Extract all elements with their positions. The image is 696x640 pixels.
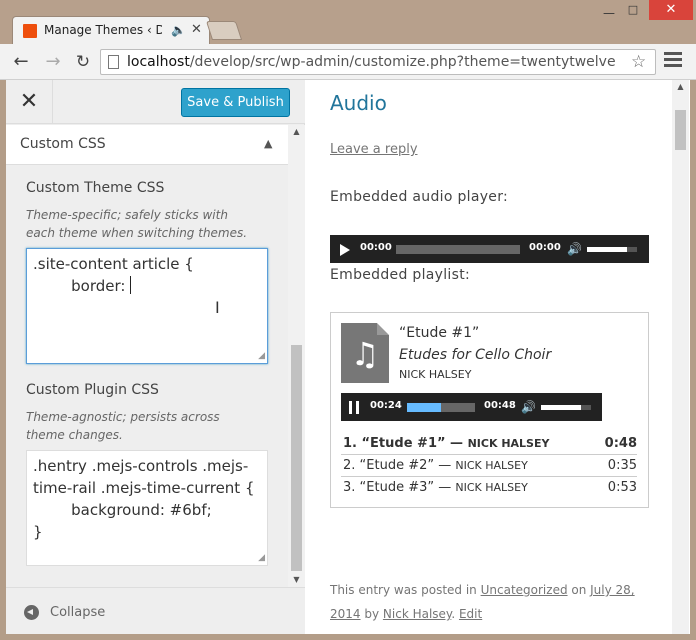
- scrollbar-thumb[interactable]: [291, 345, 302, 571]
- edit-link[interactable]: Edit: [459, 607, 482, 621]
- custom-css-section-header[interactable]: Custom CSS ▲: [6, 125, 288, 165]
- browser-titlebar: Manage Themes ‹ Develop 🔈 ✕ — □ ✕: [0, 0, 696, 44]
- author-link[interactable]: Nick Halsey: [383, 607, 451, 621]
- custom-theme-css-description: Theme-specific; safely sticks with each …: [26, 208, 248, 240]
- wordpress-favicon-icon: [23, 24, 37, 38]
- now-playing-album: Etudes for Cello Choir: [399, 347, 552, 363]
- browser-tab[interactable]: Manage Themes ‹ Develop 🔈 ✕: [12, 16, 210, 44]
- playlist-track[interactable]: 2. “Etude #2” — NICK HALSEY 0:35: [341, 455, 637, 477]
- reload-icon[interactable]: ↻: [72, 51, 94, 73]
- custom-theme-css-textarea[interactable]: .site-content article { border: ◢: [26, 248, 268, 364]
- volume-slider[interactable]: [541, 405, 591, 410]
- tab-close-icon[interactable]: ✕: [191, 22, 202, 37]
- browser-menu-icon[interactable]: [664, 52, 682, 70]
- text-cursor-icon: I: [215, 298, 220, 317]
- new-tab-button[interactable]: [205, 21, 243, 40]
- custom-plugin-css-description: Theme-agnostic; persists across theme ch…: [26, 410, 220, 442]
- bookmark-star-icon[interactable]: ☆: [631, 52, 646, 72]
- address-bar[interactable]: localhost/develop/src/wp-admin/customize…: [100, 49, 656, 75]
- time-rail[interactable]: [396, 245, 520, 254]
- post-title[interactable]: Audio: [330, 91, 387, 115]
- volume-level: [587, 247, 627, 252]
- playlist-audio-player: 00:24 00:48 🔊: [341, 393, 602, 421]
- volume-icon[interactable]: 🔊: [567, 242, 582, 256]
- now-playing-artist: NICK HALSEY: [399, 368, 472, 381]
- volume-level: [541, 405, 581, 410]
- customizer-sidebar: ✕ Save & Publish Custom CSS ▲ Custom The…: [6, 80, 305, 634]
- scrollbar-thumb[interactable]: [675, 110, 686, 150]
- scroll-up-icon[interactable]: ▲: [288, 127, 305, 136]
- page-viewport: ✕ Save & Publish Custom CSS ▲ Custom The…: [6, 80, 690, 634]
- leave-reply-link[interactable]: Leave a reply: [330, 142, 418, 157]
- collapse-label: Collapse: [50, 605, 106, 620]
- custom-plugin-css-label: Custom Plugin CSS: [26, 382, 159, 398]
- playlist-track[interactable]: 1. “Etude #1” — NICK HALSEY 0:48: [341, 433, 637, 455]
- time-rail-progress: [407, 403, 441, 412]
- back-arrow-icon[interactable]: ←: [10, 51, 32, 73]
- embedded-playlist-label: Embedded playlist:: [330, 267, 471, 283]
- forward-arrow-icon[interactable]: →: [42, 51, 64, 73]
- section-title: Custom CSS: [20, 136, 106, 152]
- playlist-track[interactable]: 3. “Etude #3” — NICK HALSEY 0:53: [341, 477, 637, 499]
- collapse-arrow-icon: [24, 605, 39, 620]
- custom-theme-css-label: Custom Theme CSS: [26, 180, 165, 196]
- save-and-publish-button[interactable]: Save & Publish: [181, 88, 290, 117]
- collapse-sidebar-button[interactable]: Collapse: [6, 587, 305, 634]
- embedded-audio-label: Embedded audio player:: [330, 189, 509, 205]
- url-text[interactable]: localhost/develop/src/wp-admin/customize…: [127, 54, 623, 70]
- window-close-icon[interactable]: ✕: [649, 0, 693, 20]
- current-time: 00:00: [360, 242, 392, 253]
- audio-player: 00:00 00:00 🔊: [330, 235, 649, 263]
- playlist-tracks: 1. “Etude #1” — NICK HALSEY 0:48 2. “Etu…: [341, 433, 637, 499]
- speaker-icon[interactable]: 🔈: [171, 23, 186, 37]
- text-caret: [130, 276, 132, 294]
- entry-meta: This entry was posted in Uncategorized o…: [330, 583, 635, 621]
- category-link[interactable]: Uncategorized: [481, 583, 568, 597]
- scroll-up-icon[interactable]: ▲: [672, 82, 689, 91]
- page-icon: [108, 55, 119, 69]
- scroll-down-icon[interactable]: ▼: [288, 575, 305, 584]
- duration: 00:00: [529, 242, 561, 253]
- customizer-header: ✕ Save & Publish: [6, 80, 305, 124]
- custom-css-section-body: Custom Theme CSS Theme-specific; safely …: [6, 166, 288, 586]
- minimize-icon[interactable]: —: [598, 6, 620, 20]
- tab-title: Manage Themes ‹ Develop: [44, 23, 162, 37]
- browser-toolbar: ← → ↻ localhost/develop/src/wp-admin/cus…: [0, 44, 696, 80]
- pause-icon[interactable]: [349, 401, 359, 414]
- custom-plugin-css-textarea[interactable]: .hentry .mejs-controls .mejs- time-rail …: [26, 450, 268, 566]
- music-file-icon: ♫: [341, 323, 389, 383]
- audio-playlist: ♫ “Etude #1” Etudes for Cello Choir NICK…: [330, 312, 649, 508]
- close-customizer-icon[interactable]: ✕: [6, 80, 53, 124]
- resize-grip-icon[interactable]: ◢: [258, 352, 265, 361]
- collapse-arrow-up-icon[interactable]: ▲: [264, 137, 272, 150]
- volume-icon[interactable]: 🔊: [521, 400, 536, 414]
- sidebar-scrollbar[interactable]: ▲ ▼: [288, 125, 305, 587]
- duration: 00:48: [484, 400, 516, 411]
- customizer-preview: Audio Leave a reply Embedded audio playe…: [306, 80, 690, 634]
- preview-scrollbar[interactable]: ▲: [672, 80, 689, 634]
- time-rail[interactable]: [407, 403, 475, 412]
- volume-slider[interactable]: [587, 247, 637, 252]
- current-time: 00:24: [370, 400, 402, 411]
- play-icon[interactable]: [340, 244, 350, 256]
- now-playing-title: “Etude #1”: [399, 325, 480, 341]
- resize-grip-icon[interactable]: ◢: [258, 554, 265, 563]
- maximize-icon[interactable]: □: [622, 3, 644, 19]
